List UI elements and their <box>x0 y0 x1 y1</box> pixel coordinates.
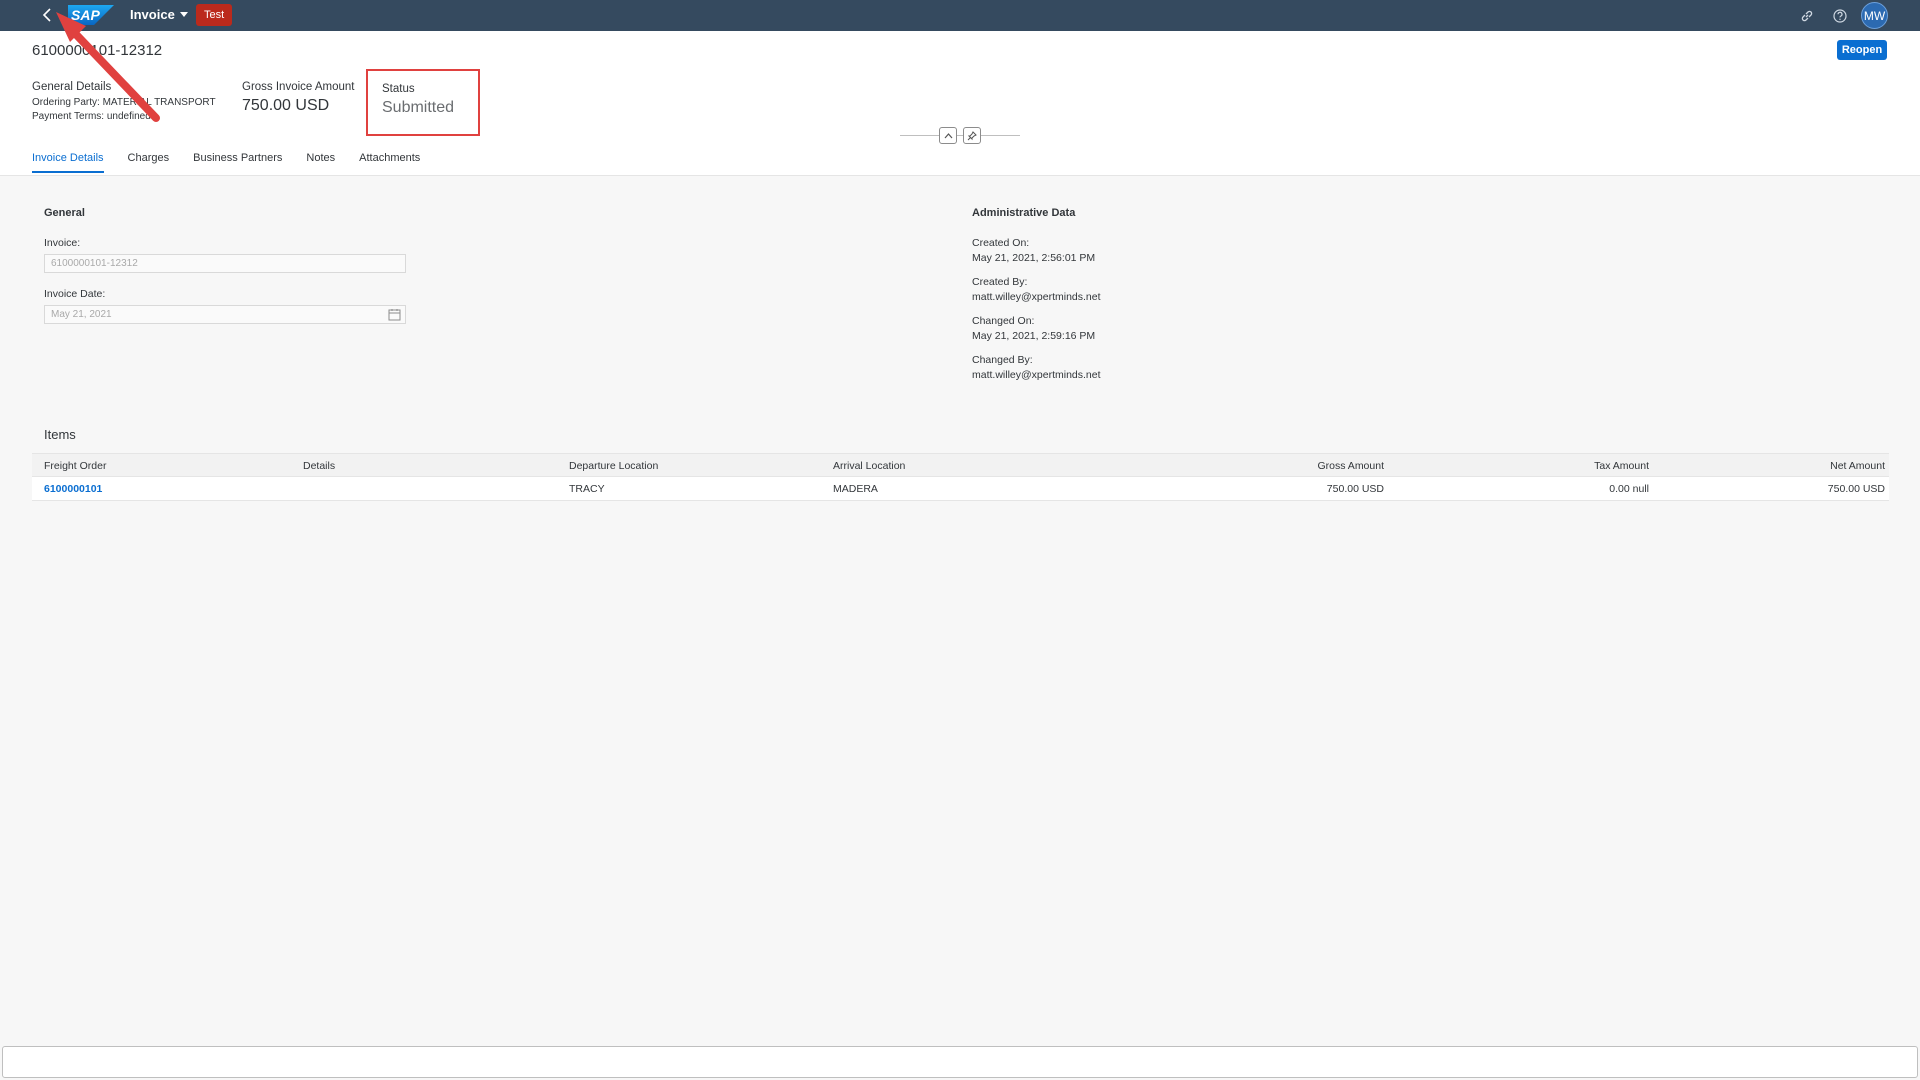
invoice-field-value: 6100000101-12312 <box>51 258 138 269</box>
help-button[interactable] <box>1829 5 1851 27</box>
changed-on-value: May 21, 2021, 2:59:16 PM <box>972 330 1096 342</box>
environment-badge: Test <box>196 4 233 26</box>
sap-logo-text: SAP <box>71 7 100 23</box>
departure-cell: TRACY <box>569 483 605 495</box>
reopen-button[interactable]: Reopen <box>1837 40 1887 60</box>
status-highlight-box: Status Submitted <box>366 69 480 136</box>
gross-amount-cell: 750.00 USD <box>1326 483 1384 495</box>
calendar-icon[interactable] <box>388 308 401 321</box>
col-freight-order[interactable]: Freight Order <box>44 460 106 472</box>
tax-amount-cell: 0.00 null <box>1609 483 1649 495</box>
gross-amount-label: Gross Invoice Amount <box>242 81 355 93</box>
chevron-up-icon <box>944 132 952 138</box>
tab-bar: Invoice Details Charges Business Partner… <box>32 152 420 173</box>
general-heading: General <box>44 207 85 219</box>
gross-amount-value: 750.00 USD <box>242 97 330 114</box>
created-by-label: Created By: <box>972 276 1028 288</box>
created-by-value: matt.willey@xpertminds.net <box>972 291 1101 303</box>
created-on-label: Created On: <box>972 237 1030 249</box>
page-title: 6100000101-12312 <box>32 42 163 59</box>
header-divider <box>900 135 1020 136</box>
changed-on-label: Changed On: <box>972 315 1035 327</box>
link-icon <box>1801 10 1813 22</box>
shell-bar: SAP Invoice Test MW <box>0 0 1920 31</box>
col-details[interactable]: Details <box>303 460 335 472</box>
col-arrival-location[interactable]: Arrival Location <box>833 460 905 472</box>
freight-order-link[interactable]: 6100000101 <box>44 483 102 495</box>
general-details-block: General Details Ordering Party: MATERIAL… <box>32 81 216 123</box>
pin-header-button[interactable] <box>963 127 981 144</box>
collapse-header-button[interactable] <box>939 127 957 144</box>
invoice-date-value: May 21, 2021 <box>51 309 112 320</box>
app-title-menu[interactable]: Invoice <box>130 7 188 22</box>
tab-business-partners[interactable]: Business Partners <box>193 152 282 173</box>
app-title: Invoice <box>130 7 175 22</box>
arrival-cell: MADERA <box>833 483 878 495</box>
col-net-amount[interactable]: Net Amount <box>1830 460 1885 472</box>
payment-terms: Payment Terms: undefined <box>32 111 151 122</box>
items-table-header: Freight Order Details Departure Location… <box>32 453 1889 477</box>
created-on-value: May 21, 2021, 2:56:01 PM <box>972 252 1096 264</box>
status-label: Status <box>382 83 415 95</box>
tab-notes[interactable]: Notes <box>306 152 335 173</box>
help-icon <box>1833 9 1847 23</box>
object-header: 6100000101-12312 Reopen General Details … <box>0 31 1920 176</box>
invoice-field[interactable]: 6100000101-12312 <box>44 254 406 273</box>
table-row[interactable]: 6100000101 TRACY MADERA 750.00 USD 0.00 … <box>32 477 1889 501</box>
link-button[interactable] <box>1796 5 1818 27</box>
sap-logo[interactable]: SAP <box>68 5 114 25</box>
chevron-left-icon <box>42 8 51 22</box>
col-tax-amount[interactable]: Tax Amount <box>1594 460 1649 472</box>
user-avatar[interactable]: MW <box>1861 2 1888 29</box>
changed-by-value: matt.willey@xpertminds.net <box>972 369 1101 381</box>
net-amount-cell: 750.00 USD <box>1827 483 1885 495</box>
caret-down-icon <box>179 12 188 17</box>
items-title: Items <box>44 427 76 442</box>
admin-heading: Administrative Data <box>972 207 1076 219</box>
col-departure-location[interactable]: Departure Location <box>569 460 658 472</box>
pin-icon <box>967 130 977 140</box>
changed-by-label: Changed By: <box>972 354 1033 366</box>
general-details-label: General Details <box>32 81 112 93</box>
status-block: Status Submitted <box>382 83 454 117</box>
gross-amount-block: Gross Invoice Amount 750.00 USD <box>242 81 355 115</box>
tab-invoice-details[interactable]: Invoice Details <box>32 152 104 173</box>
status-value: Submitted <box>382 99 455 116</box>
col-gross-amount[interactable]: Gross Amount <box>1317 460 1384 472</box>
invoice-date-label: Invoice Date: <box>44 288 106 300</box>
tab-charges[interactable]: Charges <box>128 152 170 173</box>
invoice-label: Invoice: <box>44 237 81 249</box>
invoice-date-field[interactable]: May 21, 2021 <box>44 305 406 324</box>
tab-attachments[interactable]: Attachments <box>359 152 420 173</box>
back-button[interactable] <box>36 4 58 26</box>
ordering-party: Ordering Party: MATERIAL TRANSPORT <box>32 97 216 108</box>
footer-toolbar <box>2 1046 1918 1078</box>
